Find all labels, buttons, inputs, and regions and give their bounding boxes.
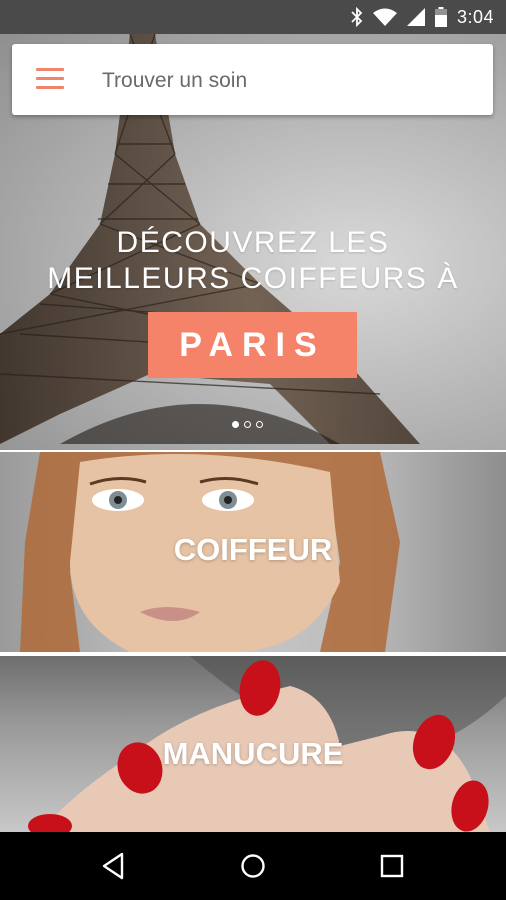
category-label-manucure: MANUCURE <box>162 736 344 771</box>
hamburger-menu-icon[interactable] <box>36 68 66 90</box>
hero-headline-line2: MEILLEURS COIFFEURS À <box>47 262 459 295</box>
carousel-dot-3[interactable] <box>256 421 263 428</box>
navigation-bar <box>0 832 506 900</box>
search-bar <box>12 44 493 115</box>
category-tile-coiffeur[interactable]: COIFFEUR <box>0 452 506 652</box>
category-tile-manucure[interactable]: MANUCURE <box>0 656 506 832</box>
carousel-dot-2[interactable] <box>244 421 251 428</box>
back-icon[interactable] <box>96 850 132 882</box>
carousel-indicator[interactable] <box>232 421 263 428</box>
status-icons: 3:04 <box>351 0 494 34</box>
home-icon[interactable] <box>235 850 271 882</box>
hero-headline-line1: DÉCOUVREZ LES <box>116 226 390 259</box>
search-input[interactable] <box>100 62 474 100</box>
status-bar: 3:04 <box>0 0 506 34</box>
recents-icon[interactable] <box>374 850 410 882</box>
battery-icon <box>434 7 447 27</box>
bluetooth-icon <box>351 7 363 27</box>
signal-icon <box>406 8 425 26</box>
status-time: 3:04 <box>456 6 494 27</box>
category-label-coiffeur: COIFFEUR <box>173 532 333 567</box>
carousel-dot-1[interactable] <box>232 421 239 428</box>
city-button[interactable]: PARIS <box>148 312 357 378</box>
wifi-icon <box>372 8 397 26</box>
